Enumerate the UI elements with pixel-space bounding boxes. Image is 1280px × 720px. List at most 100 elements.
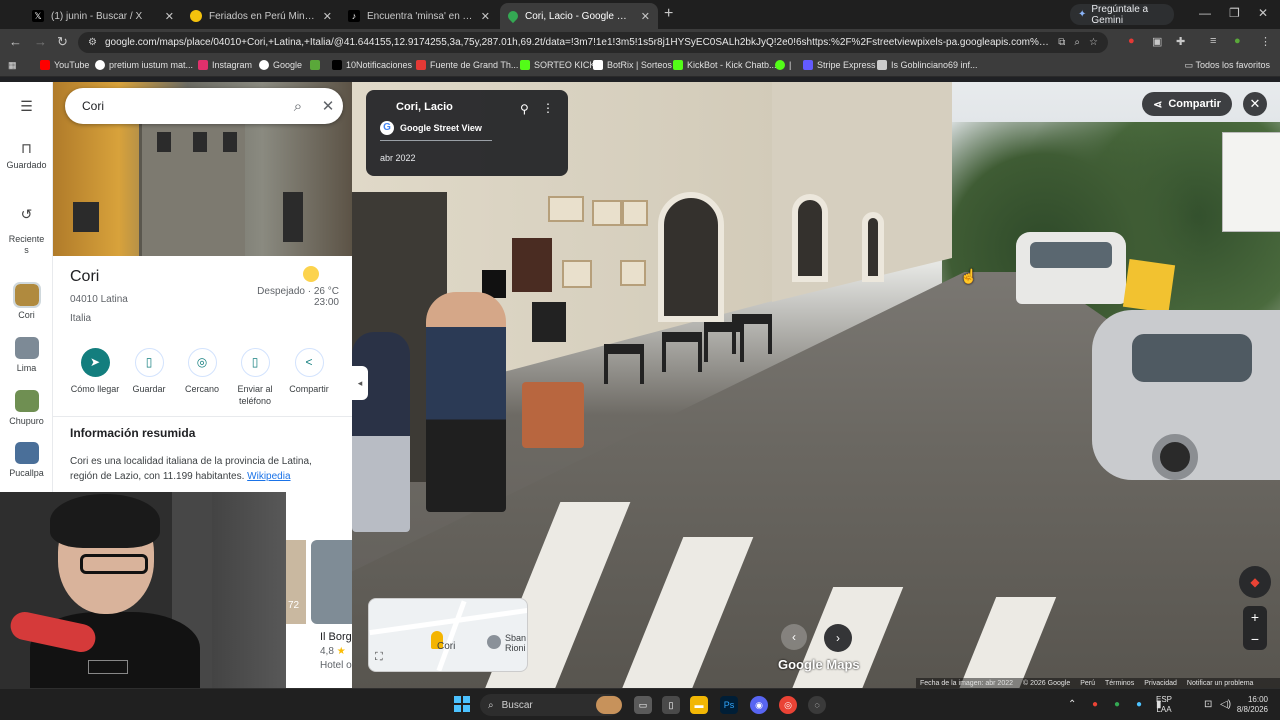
profile-avatar-icon[interactable]: ● [1234, 35, 1241, 47]
search-input[interactable]: Cori [82, 99, 283, 113]
search-box[interactable]: Cori ⌕ ✕ [65, 88, 343, 124]
bookmark-item[interactable]: Is Goblinciano69 inf... [877, 60, 978, 70]
terms-link[interactable]: Términos [1105, 680, 1134, 687]
share-button[interactable]: ⋖ Compartir [1142, 92, 1232, 116]
address-bar[interactable]: ⚙ google.com/maps/place/04010+Cori,+Lati… [78, 32, 1108, 53]
bookmark-item[interactable]: 10Notificaciones [332, 60, 412, 70]
bookmark-item[interactable]: | [775, 60, 791, 70]
menu-button[interactable]: ☰ [0, 98, 53, 118]
photo-thumbnail[interactable] [286, 540, 306, 624]
zoom-out-button[interactable]: − [1243, 628, 1267, 650]
extension-icon[interactable]: ● [1128, 35, 1135, 47]
bookmark-item[interactable]: Stripe Express [803, 60, 876, 70]
app-icon[interactable]: ▯ [662, 696, 680, 714]
photoshop-icon[interactable]: Ps [720, 696, 738, 714]
discord-icon[interactable]: ◉ [750, 696, 768, 714]
close-tab-icon[interactable]: ✕ [323, 10, 332, 23]
bookmark-item[interactable] [310, 60, 324, 70]
file-explorer-icon[interactable]: ▬ [690, 696, 708, 714]
close-window-icon[interactable]: ✕ [1258, 6, 1268, 20]
previous-image-button[interactable]: ‹ [781, 624, 807, 650]
close-tab-icon[interactable]: ✕ [641, 10, 650, 23]
compass-button[interactable]: ◆ [1239, 566, 1271, 598]
chevron-up-icon[interactable]: ⌃ [1068, 699, 1076, 710]
privacy-link[interactable]: Privacidad [1144, 680, 1177, 687]
menu-kebab-icon[interactable]: ⋮ [1260, 35, 1271, 48]
tray-app-icon[interactable]: ● [1136, 699, 1142, 710]
hotel-card-title[interactable]: Il Borg [320, 631, 352, 643]
close-tab-icon[interactable]: ✕ [481, 10, 490, 23]
url-text[interactable]: google.com/maps/place/04010+Cori,+Latina… [105, 37, 1049, 48]
tray-app-icon[interactable]: ● [1092, 699, 1098, 710]
extension-icon[interactable]: ▣ [1152, 35, 1162, 48]
send-to-phone-button[interactable]: ▯ Enviar al teléfono [225, 348, 285, 407]
report-problem-link[interactable]: Notificar un problema [1187, 680, 1254, 687]
rail-item-saved[interactable]: ⊓ Guardado [0, 140, 53, 170]
gemini-button[interactable]: ✦ Pregúntale a Gemini [1070, 4, 1174, 26]
app-icon[interactable]: ◌ [808, 696, 826, 714]
restore-icon[interactable]: ❐ [1229, 6, 1240, 20]
translate-icon[interactable]: ⧉ [1058, 37, 1065, 48]
task-view-icon[interactable]: ▭ [634, 696, 652, 714]
bookmark-item[interactable]: BotRix | Sorteos [593, 60, 672, 70]
new-tab-button[interactable]: + [664, 5, 673, 23]
save-button[interactable]: ▯ Guardar [119, 348, 179, 395]
volume-icon[interactable]: ◁) [1220, 699, 1231, 710]
bookmark-item[interactable]: SORTEO KICK [520, 60, 595, 70]
directions-button[interactable]: ➤ Cómo llegar [65, 348, 125, 395]
rail-item-recents[interactable]: ↺ Reciente s [0, 198, 53, 256]
widget-icon[interactable] [596, 696, 622, 714]
apps-grid-icon[interactable]: ▦ [8, 60, 17, 71]
more-options-icon[interactable]: ⋮ [542, 101, 554, 115]
media-icon[interactable]: ≡ [1210, 35, 1216, 47]
site-info-icon[interactable]: ⚙ [88, 37, 97, 48]
language-indicator[interactable]: ESP LAA [1156, 695, 1172, 715]
recent-place-pucallpa[interactable]: Pucallpa [0, 442, 53, 478]
clock[interactable]: 16:00 8/8/2026 [1237, 695, 1268, 715]
close-tab-icon[interactable]: ✕ [165, 10, 174, 23]
zoom-in-button[interactable]: + [1243, 606, 1267, 628]
wikipedia-link[interactable]: Wikipedia [247, 471, 290, 482]
recent-place-chupuro[interactable]: Chupuro [0, 390, 53, 426]
forward-icon[interactable]: → [34, 34, 47, 49]
close-icon[interactable]: ✕ [313, 97, 343, 115]
collapse-panel-button[interactable]: ◂ [352, 366, 368, 400]
all-bookmarks-button[interactable]: ▭ Todos los favoritos [1185, 60, 1270, 71]
chrome-icon[interactable]: ◎ [779, 696, 797, 714]
close-street-view-button[interactable]: ✕ [1243, 92, 1267, 116]
location-pin-icon[interactable]: ⚲ [520, 102, 529, 116]
nearby-button[interactable]: ◎ Cercano [172, 348, 232, 395]
bookmark-item[interactable]: Google [259, 60, 302, 70]
divider [380, 140, 492, 141]
capture-date[interactable]: abr 2022 [380, 153, 568, 163]
hotel-thumbnail[interactable] [311, 540, 352, 624]
minimize-icon[interactable]: — [1199, 6, 1211, 20]
bookmark-item[interactable]: KickBot - Kick Chatb... [673, 60, 777, 70]
search-icon[interactable]: ⌕ [283, 98, 313, 115]
next-image-button[interactable]: › [824, 624, 852, 652]
bookmark-item[interactable]: pretium iustum mat... [95, 60, 193, 70]
browser-tab[interactable]: Feriados en Perú Ministro de Ec ✕ [182, 3, 340, 29]
star-icon[interactable]: ☆ [1089, 37, 1098, 48]
bookmark-item[interactable]: Fuente de Grand Th... [416, 60, 518, 70]
bookmark-item[interactable]: Instagram [198, 60, 252, 70]
recent-place-cori[interactable]: Cori [0, 282, 53, 320]
browser-tab[interactable]: ♪ Encuentra 'minsa' en TikTok | B ✕ [340, 3, 498, 29]
extensions-puzzle-icon[interactable]: ✚ [1176, 35, 1185, 48]
browser-tab[interactable]: 𝕏 (1) junin - Buscar / X ✕ [24, 3, 182, 29]
reload-icon[interactable]: ↻ [57, 34, 68, 50]
tray-app-icon[interactable]: ● [1114, 699, 1120, 710]
bookmark-item[interactable]: YouTube [40, 60, 89, 70]
recent-place-lima[interactable]: Lima [0, 337, 53, 373]
zoom-icon[interactable]: ⌕ [1074, 37, 1080, 48]
network-icon[interactable]: ⊡ [1204, 699, 1212, 710]
back-icon[interactable]: ← [9, 34, 22, 49]
expand-map-icon[interactable]: ⛶ [375, 651, 383, 664]
arched-window [862, 212, 884, 282]
country-link[interactable]: Perú [1080, 680, 1095, 687]
start-button[interactable] [454, 696, 470, 712]
share-button[interactable]: < Compartir [279, 348, 339, 395]
mini-map[interactable]: Cori Sban Rioni ⛶ [368, 598, 528, 672]
window-shape [157, 132, 171, 152]
browser-tab-active[interactable]: Cori, Lacio - Google Maps ✕ [500, 3, 658, 29]
